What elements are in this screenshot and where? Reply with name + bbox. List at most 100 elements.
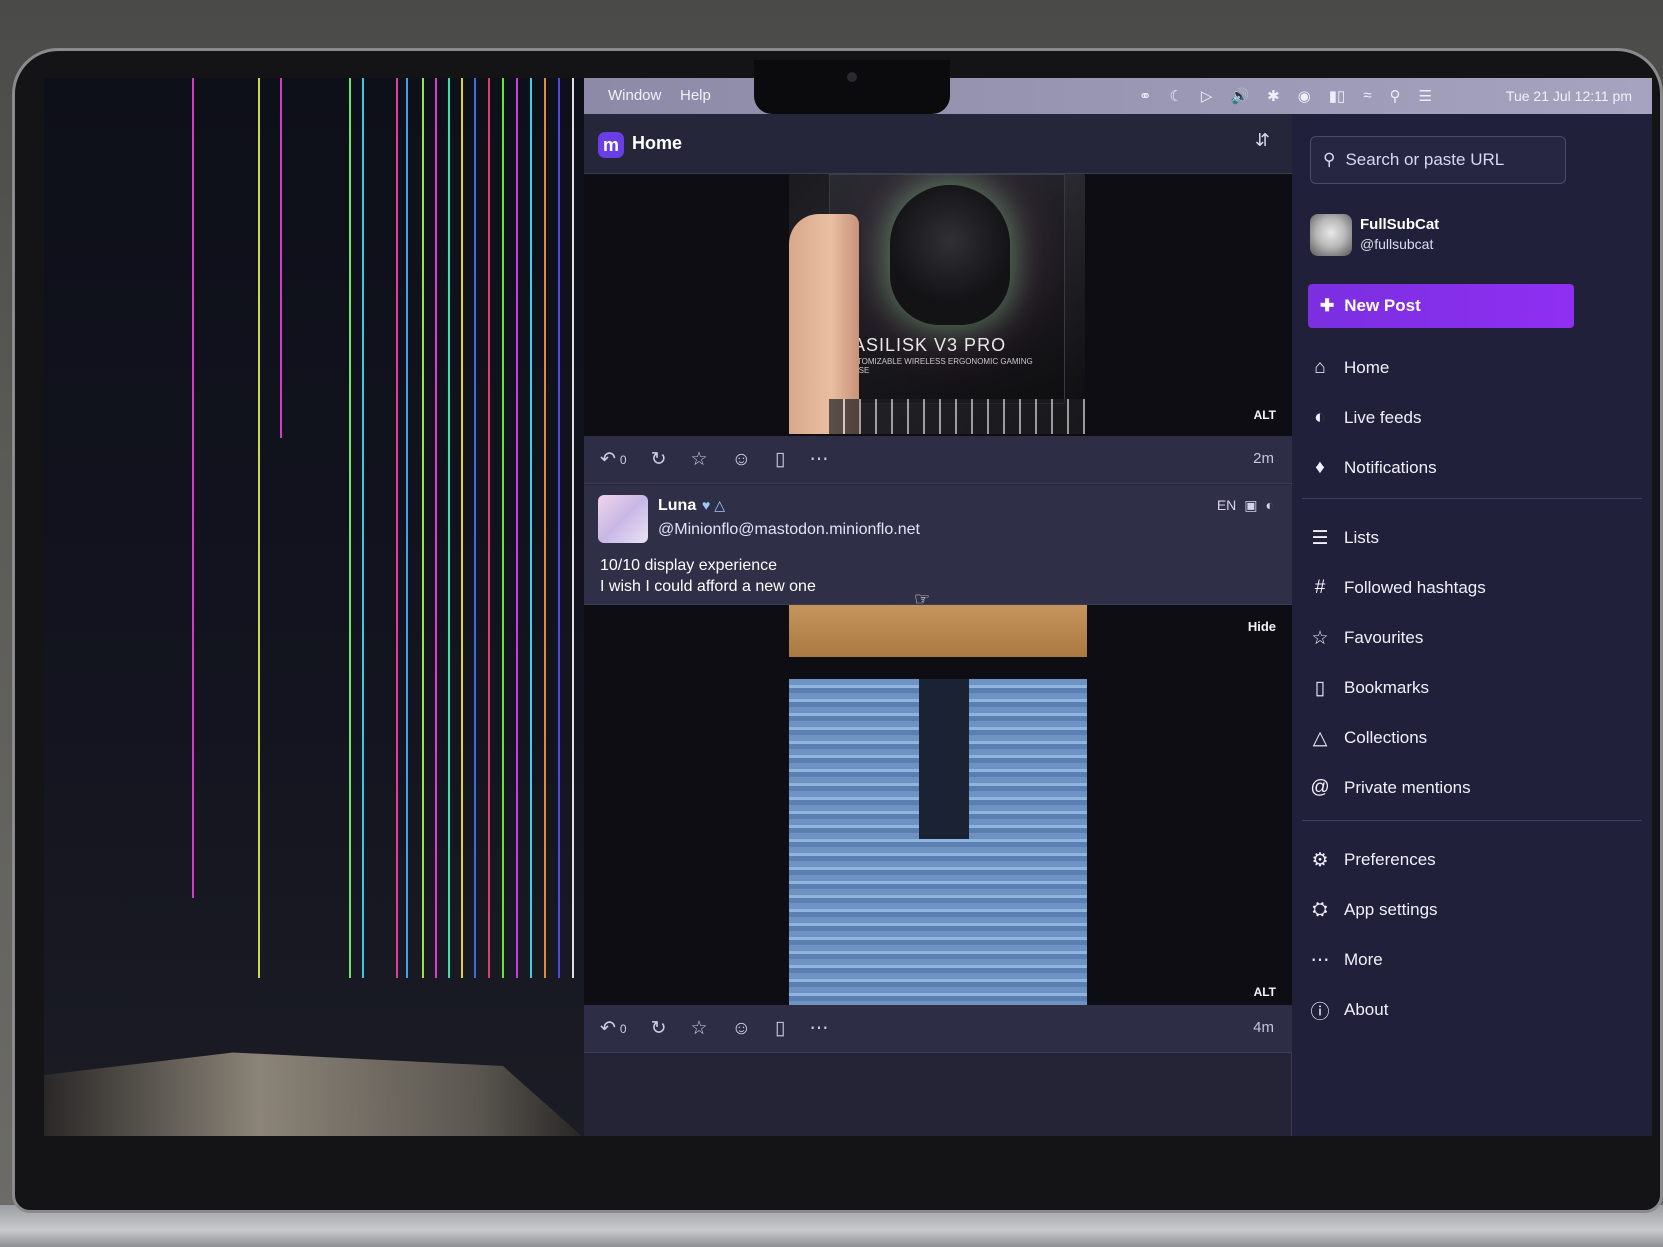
- nav-label: Home: [1344, 358, 1390, 377]
- post-text-line: 10/10 display experience: [600, 557, 778, 574]
- boost-button[interactable]: ↻: [651, 448, 667, 471]
- avatar[interactable]: [598, 495, 648, 543]
- post-time[interactable]: 4m: [1253, 1019, 1274, 1036]
- profile-icon[interactable]: ◉: [1298, 87, 1311, 105]
- moon-icon[interactable]: ☾: [1169, 87, 1182, 105]
- glitch-line: [474, 78, 476, 978]
- menu-window[interactable]: Window: [608, 87, 661, 104]
- reply-count: 0: [619, 452, 627, 467]
- nav-item-followed-hashtags[interactable]: # Followed hashtags: [1308, 566, 1638, 610]
- account-handle: @fullsubcat: [1360, 236, 1434, 252]
- post-media[interactable]: BASILISK V3 PRO CUSTOMIZABLE WIRELESS ER…: [584, 174, 1292, 436]
- play-icon[interactable]: ▷: [1201, 87, 1213, 105]
- nav-item-live-feeds[interactable]: ◐ Live feeds: [1308, 396, 1638, 440]
- account-handle[interactable]: @Minionflo@mastodon.minionflo.net: [658, 521, 920, 539]
- nav-item-lists[interactable]: ☰ Lists: [1308, 516, 1638, 560]
- product-box: BASILISK V3 PRO CUSTOMIZABLE WIRELESS ER…: [829, 174, 1065, 404]
- user-icon[interactable]: ⚭: [1139, 87, 1152, 105]
- bookmark-button[interactable]: ▯: [775, 448, 785, 471]
- post-meta: EN ▣ ◐: [1217, 497, 1274, 514]
- post-text-line: I wish I could afford a new one: [600, 578, 816, 595]
- reply-count: 0: [619, 1021, 627, 1036]
- nav-item-about[interactable]: ⓘ About: [1308, 988, 1638, 1032]
- avatar[interactable]: [1310, 214, 1352, 256]
- react-button[interactable]: ☺: [732, 1018, 751, 1040]
- more-button[interactable]: ⋯: [809, 1017, 828, 1040]
- battery-icon[interactable]: ▮▯: [1329, 87, 1346, 105]
- more-button[interactable]: ⋯: [809, 448, 828, 471]
- gear-icon: ⚙: [1311, 849, 1329, 871]
- keyboard-image: [829, 399, 1085, 434]
- nav-label: About: [1344, 1000, 1389, 1019]
- glitch-line: [422, 78, 424, 978]
- nav-label: Preferences: [1344, 850, 1436, 869]
- ellipsis-icon: ⋯: [809, 1018, 829, 1039]
- bookmark-button[interactable]: ▯: [775, 1017, 785, 1040]
- nav-item-collections[interactable]: △ Collections: [1308, 716, 1638, 760]
- bookmark-icon: ▯: [774, 449, 786, 470]
- glitch-line: [192, 78, 194, 898]
- star-icon: ☆: [690, 449, 708, 470]
- list-icon: ☰: [1311, 527, 1329, 549]
- navigation-sidebar: ⚲ Search or paste URL FullSubCat @fullsu…: [1292, 114, 1652, 1136]
- display-name[interactable]: Luna: [658, 497, 696, 515]
- reply-icon: ↶: [600, 449, 616, 470]
- nav-item-private-mentions[interactable]: @ Private mentions: [1308, 766, 1638, 810]
- glitch-line: [435, 78, 437, 978]
- new-post-button[interactable]: ✚ New Post: [1308, 284, 1574, 328]
- post-media[interactable]: Hide ALT: [584, 605, 1292, 1005]
- custom-emoji-icons: ♥ △: [702, 497, 725, 513]
- nav-label: Private mentions: [1344, 778, 1471, 797]
- boost-icon: ↻: [650, 449, 667, 470]
- reply-button[interactable]: ↶ 0: [600, 1017, 627, 1040]
- alt-badge[interactable]: ALT: [1254, 408, 1276, 422]
- nav-item-app-settings[interactable]: ⛭ App settings: [1308, 888, 1638, 932]
- reply-icon: ↶: [600, 1018, 616, 1039]
- post-actions: ↶ 0 ↻ ☆ ☺ ▯ ⋯ 4m: [584, 1005, 1292, 1053]
- nav-item-more[interactable]: ⋯ More: [1308, 938, 1638, 982]
- nav-label: App settings: [1344, 900, 1438, 919]
- camera-notch: [754, 60, 950, 114]
- glitch-line: [572, 78, 574, 978]
- emoji-icon: ☺: [731, 448, 751, 470]
- glitch-line: [406, 78, 408, 978]
- control-center-icon[interactable]: ☰: [1419, 87, 1432, 105]
- favourite-button[interactable]: ☆: [691, 448, 708, 471]
- wifi-icon[interactable]: ≈: [1363, 87, 1371, 105]
- react-button[interactable]: ☺: [732, 449, 751, 471]
- favourite-button[interactable]: ☆: [691, 1017, 708, 1040]
- search-icon[interactable]: ⚲: [1390, 87, 1401, 105]
- nav-item-bookmarks[interactable]: ▯ Bookmarks: [1308, 666, 1638, 710]
- post-time[interactable]: 2m: [1253, 450, 1274, 467]
- column-settings-icon[interactable]: ⇵: [1255, 130, 1270, 151]
- menu-clock[interactable]: Tue 21 Jul 12:11 pm: [1506, 88, 1632, 104]
- glitch-line: [502, 78, 504, 978]
- menu-help[interactable]: Help: [680, 87, 711, 104]
- search-input[interactable]: ⚲ Search or paste URL: [1310, 136, 1566, 184]
- status-post[interactable]: Luna ♥ △ @Minionflo@mastodon.minionflo.n…: [584, 485, 1292, 609]
- media-image[interactable]: [789, 605, 1087, 1005]
- nav-label: Favourites: [1344, 628, 1424, 647]
- nav-item-notifications[interactable]: ♦ Notifications: [1308, 446, 1638, 490]
- reply-button[interactable]: ↶ 0: [600, 448, 627, 471]
- glitch-line: [396, 78, 398, 978]
- nav-divider: [1302, 498, 1642, 499]
- product-brand-text: BASILISK V3 PRO: [840, 335, 1007, 355]
- star-icon: ☆: [1311, 627, 1329, 649]
- collections-icon: △: [1312, 727, 1328, 749]
- bluetooth-icon[interactable]: ✱: [1267, 87, 1280, 105]
- glitch-line: [558, 78, 560, 978]
- status-icons: ⚭ ☾ ▷ 🔊 ✱ ◉ ▮▯ ≈ ⚲ ☰: [1139, 87, 1432, 105]
- info-icon: ⓘ: [1310, 1001, 1330, 1023]
- media-image[interactable]: BASILISK V3 PRO CUSTOMIZABLE WIRELESS ER…: [789, 174, 1085, 434]
- alt-badge[interactable]: ALT: [1254, 985, 1276, 999]
- nav-item-home[interactable]: ⌂ Home: [1308, 346, 1638, 390]
- volume-icon[interactable]: 🔊: [1230, 87, 1249, 105]
- nav-item-preferences[interactable]: ⚙ Preferences: [1308, 838, 1638, 882]
- boost-button[interactable]: ↻: [651, 1017, 667, 1040]
- wood-desk-image: [789, 605, 1087, 657]
- hide-media-button[interactable]: Hide: [1248, 619, 1276, 634]
- nav-divider: [1302, 820, 1642, 821]
- glitch-line: [461, 78, 463, 978]
- nav-item-favourites[interactable]: ☆ Favourites: [1308, 616, 1638, 660]
